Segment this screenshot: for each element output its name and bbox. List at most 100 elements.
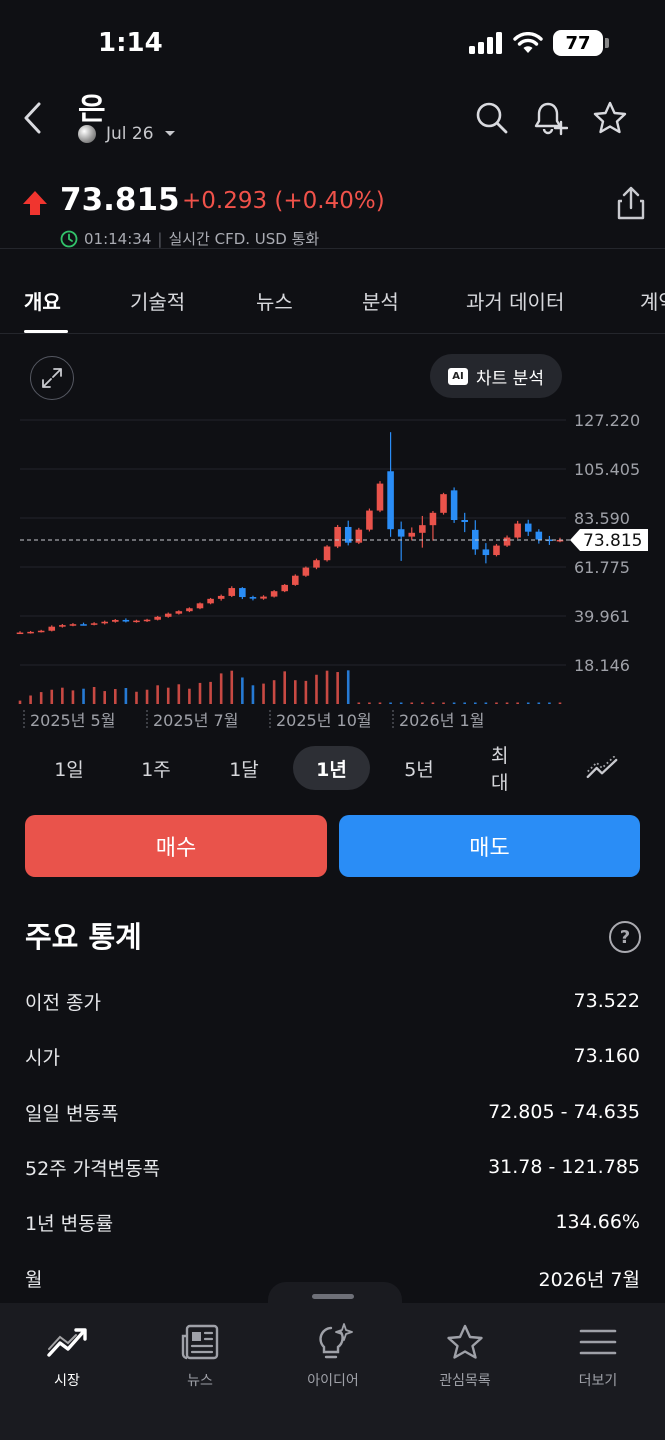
candle-body: [175, 611, 183, 614]
candle-body: [16, 632, 24, 635]
help-button[interactable]: ?: [609, 921, 641, 953]
nav-label: 시장: [54, 1373, 80, 1389]
volume-bar: [315, 674, 318, 704]
last-price-label: 73.815: [583, 531, 642, 551]
divider-tabs: [0, 333, 665, 334]
candle-body: [207, 598, 214, 604]
stat-row-52w-range: 52주 가격변동폭 31.78 - 121.785: [25, 1147, 640, 1187]
candle-body: [186, 608, 193, 612]
star-icon: [443, 1322, 487, 1362]
volume-bar: [230, 670, 234, 704]
candle-body: [292, 575, 299, 585]
range-1y[interactable]: 1년: [293, 746, 370, 790]
sell-button[interactable]: 매도: [339, 815, 640, 877]
volume-bar: [516, 702, 519, 704]
drag-handle[interactable]: [312, 1294, 354, 1299]
candle-body: [27, 631, 34, 634]
range-5y[interactable]: 5년: [387, 746, 451, 790]
volume-bar: [548, 702, 551, 704]
nav-more[interactable]: 더보기: [543, 1322, 653, 1390]
volume-bar: [18, 700, 22, 704]
meta-separator: |: [157, 229, 163, 248]
candle-body: [133, 620, 140, 623]
quote-info: 실시간 CFD. USD 통화: [168, 230, 320, 248]
nav-news[interactable]: 뉴스: [145, 1322, 255, 1390]
candlestick-chart[interactable]: 127.220 105.405 83.590 61.775 39.961 18.146 73…: [0, 340, 665, 740]
nav-markets[interactable]: 시장: [12, 1322, 122, 1390]
stat-row-1y-change: 1년 변동률 134.66%: [25, 1202, 640, 1242]
candle-body: [270, 591, 278, 597]
quote-time: 01:14:34: [84, 229, 152, 248]
candle-body: [48, 626, 56, 631]
tab-overview[interactable]: 개요: [24, 286, 61, 315]
buy-button[interactable]: 매수: [25, 815, 327, 877]
volume-bar: [410, 702, 414, 704]
candle-body: [313, 560, 320, 568]
caret-down-icon: [164, 131, 175, 136]
candle-body: [239, 588, 246, 598]
range-1w[interactable]: 1주: [124, 746, 188, 790]
volume-bar: [50, 689, 54, 704]
range-1d[interactable]: 1일: [37, 746, 101, 790]
y-tick-label: 18.146: [574, 656, 630, 675]
back-button[interactable]: [14, 96, 50, 140]
volume-bar: [177, 684, 181, 704]
last-price: 73.815: [60, 182, 180, 218]
candle-body: [524, 523, 532, 532]
search-button[interactable]: [472, 98, 512, 138]
nav-watchlist[interactable]: 관심목록: [410, 1322, 520, 1390]
stat-label: 52주 가격변동폭: [25, 1157, 161, 1180]
nav-ideas[interactable]: 아이디어: [278, 1322, 388, 1390]
volume-bar: [145, 689, 149, 704]
volume-bar: [558, 702, 562, 704]
tab-historical-data[interactable]: 과거 데이터: [466, 286, 564, 315]
chart-trend-icon: [45, 1322, 89, 1362]
tab-technical[interactable]: 기술적: [130, 286, 185, 315]
tab-news[interactable]: 뉴스: [256, 286, 293, 315]
volume-bar: [92, 687, 96, 704]
contract-selector[interactable]: Jul 26: [78, 124, 176, 144]
volume-bar: [389, 702, 392, 704]
nav-label: 아이디어: [307, 1373, 359, 1389]
candle-body: [112, 619, 119, 622]
candle-body: [101, 621, 108, 624]
volume-bar: [537, 702, 541, 704]
volume-bar: [484, 702, 488, 704]
status-time: 1:14: [98, 28, 163, 58]
alert-button[interactable]: [530, 98, 570, 138]
tab-analysis[interactable]: 분석: [362, 286, 399, 315]
candle-body: [196, 603, 204, 609]
stat-value: 2026년 7월: [538, 1268, 640, 1291]
volume-bar: [262, 683, 265, 704]
chart-type-button[interactable]: [570, 746, 634, 790]
star-outline-icon: [593, 101, 627, 134]
volume-bar: [241, 677, 244, 704]
stat-label: 월: [25, 1268, 43, 1291]
range-1m[interactable]: 1달: [212, 746, 276, 790]
nav-label: 더보기: [578, 1373, 618, 1389]
stat-row-open: 시가 73.160: [25, 1036, 640, 1076]
x-tick-label: 2025년 7월: [153, 711, 238, 730]
volume-bar: [304, 680, 308, 704]
stat-value: 134.66%: [555, 1211, 640, 1233]
watchlist-button[interactable]: [590, 98, 630, 138]
candle-body: [355, 529, 363, 543]
volume-bar: [209, 681, 212, 704]
volume-bar: [357, 702, 361, 704]
candle-body: [228, 588, 236, 596]
volume-bar: [113, 689, 117, 704]
candle-body: [461, 520, 468, 523]
y-tick-label: 105.405: [574, 460, 640, 479]
candle-body: [37, 630, 45, 633]
volume-bar: [346, 670, 350, 704]
stat-label: 1년 변동률: [25, 1212, 114, 1235]
range-max[interactable]: 최대: [475, 745, 539, 794]
volume-bar: [71, 690, 75, 704]
lightbulb-icon: [311, 1322, 355, 1362]
candle-body: [122, 619, 130, 622]
share-button[interactable]: [617, 186, 645, 224]
volume-bar: [495, 702, 498, 704]
candle-body: [260, 596, 267, 599]
tab-contract[interactable]: 계약: [640, 286, 665, 315]
share-icon: [617, 186, 645, 220]
